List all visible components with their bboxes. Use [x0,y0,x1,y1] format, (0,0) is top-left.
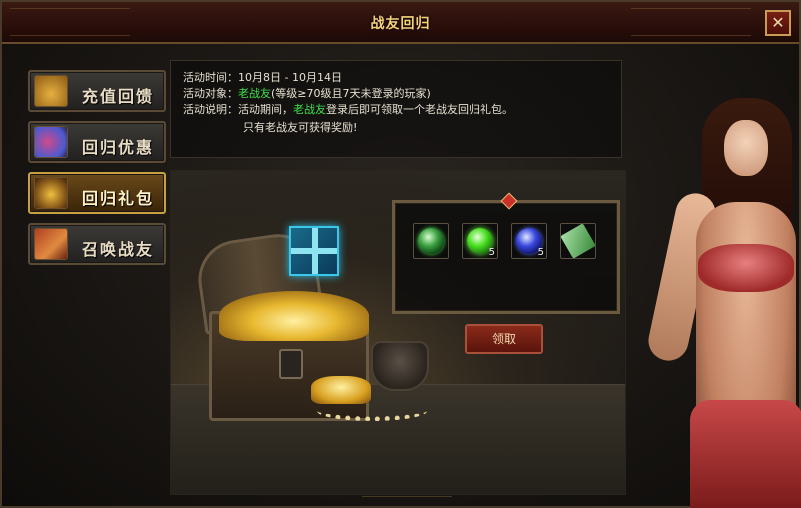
event-time-line: 活动时间：10月8日 - 10月14日 [183,69,342,85]
event-window: 战友回归 ✕ 充值回馈 回归优惠 回归礼包 召唤战友 活动时间：10月8日 - … [0,0,801,508]
event-time-value: 10月8日 - 10月14日 [238,71,342,84]
reward-slot[interactable] [413,223,449,259]
event-note: 只有老战友可获得奖励! [243,121,358,134]
pearl-beads [317,401,427,421]
green-orb-icon [418,228,444,254]
money-bag-icon [34,75,68,107]
bronze-pot [371,341,429,391]
green-ticket-icon [560,223,596,259]
gift-box-icon [289,226,339,276]
nav-item-recharge-rewards[interactable]: 充值回馈 [28,70,166,112]
event-target-condition: (等级≥70级且7天未登录的玩家) [271,87,431,100]
event-target-highlight: 老战友 [238,87,271,100]
event-info-panel: 活动时间：10月8日 - 10月14日 活动对象：老战友(等级≥70级且7天未登… [170,60,622,158]
reward-quantity: 5 [537,247,544,258]
claim-button[interactable]: 领取 [465,324,543,354]
close-button[interactable]: ✕ [765,10,791,36]
title-bar: 战友回归 ✕ [2,2,799,44]
treasure-chest-icon [34,177,68,209]
chest-lock [279,349,303,379]
nav-item-return-gift-pack[interactable]: 回归礼包 [28,172,166,214]
event-description-prefix: 活动期间， [238,103,293,116]
reward-panel: 5 5 [392,192,620,314]
character-top [698,244,794,292]
reward-slot[interactable]: 5 [511,223,547,259]
event-description-highlight: 老战友 [293,103,326,116]
reward-slot[interactable]: 5 [462,223,498,259]
gifts-icon [34,126,68,158]
event-description-label: 活动说明： [183,103,238,116]
reward-slot[interactable] [560,223,596,259]
gold-pile [219,291,369,341]
nav-item-label: 回归礼包 [82,189,155,208]
event-target-line: 活动对象：老战友(等级≥70级且7天未登录的玩家) [183,85,431,101]
nav-item-label: 召唤战友 [82,240,155,259]
character-face [724,120,768,176]
scroll-icon [34,228,68,260]
nav-item-label: 充值回馈 [82,87,155,106]
title-ornament-right [631,8,751,36]
nav-item-return-discount[interactable]: 回归优惠 [28,121,166,163]
event-target-label: 活动对象： [183,87,238,100]
sidebar-nav: 充值回馈 回归优惠 回归礼包 召唤战友 [28,70,168,274]
event-time-label: 活动时间： [183,71,238,84]
bottom-ornament [362,496,452,504]
reward-quantity: 5 [488,247,495,258]
event-description-line: 活动说明：活动期间，老战友登录后即可领取一个老战友回归礼包。 [183,101,513,117]
gold-ingot [311,376,371,404]
character-illustration [632,82,801,508]
character-skirt [690,400,801,508]
nav-item-label: 回归优惠 [82,138,155,157]
event-description-text: 登录后即可领取一个老战友回归礼包。 [326,103,513,116]
nav-item-summon-comrades[interactable]: 召唤战友 [28,223,166,265]
